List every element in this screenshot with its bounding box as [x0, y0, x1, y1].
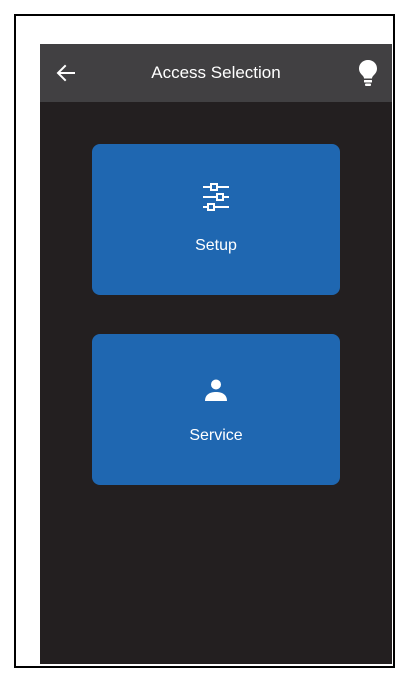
setup-label: Setup: [195, 237, 237, 254]
page-title: Access Selection: [151, 63, 281, 82]
device-screen: Access Selection Setup Service: [40, 44, 392, 664]
app-bar: Access Selection: [40, 44, 392, 102]
user-icon: [205, 379, 227, 401]
setup-tile[interactable]: Setup: [92, 144, 340, 295]
service-tile[interactable]: Service: [92, 334, 340, 485]
light-button[interactable]: [358, 59, 378, 87]
lightbulb-icon: [359, 60, 377, 86]
sliders-icon: [203, 183, 229, 211]
service-label: Service: [189, 427, 243, 444]
